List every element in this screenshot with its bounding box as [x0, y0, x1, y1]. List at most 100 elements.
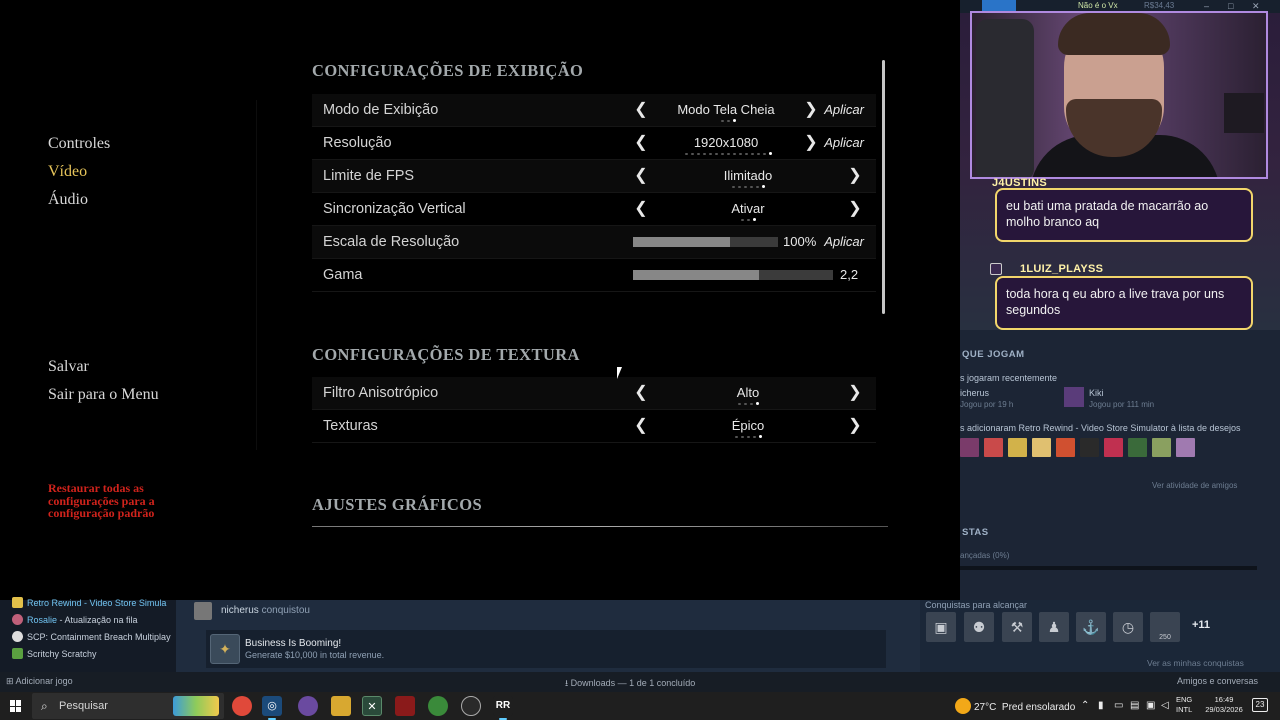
discord-icon[interactable]	[298, 696, 318, 716]
steam-username[interactable]: Não é o Vx	[1078, 1, 1118, 10]
friends-activity-link[interactable]: Ver atividade de amigos	[1152, 481, 1237, 490]
menu-item-video[interactable]: Vídeo	[48, 161, 110, 189]
avatar[interactable]	[1056, 438, 1075, 457]
setting-row-display-mode[interactable]: Modo de Exibição ❮ Modo Tela Cheia ❯ Apl…	[312, 94, 876, 127]
avatar[interactable]	[1152, 438, 1171, 457]
chevron-right-icon[interactable]: ❯	[804, 134, 818, 152]
friend-avatar[interactable]	[1064, 387, 1084, 407]
setting-row-resolution-scale[interactable]: Escala de Resolução 100% Aplicar	[312, 226, 876, 259]
weather-widget[interactable]: 27°C Pred ensolarado	[955, 698, 1075, 714]
achievements-progress-text: ançadas (0%)	[960, 551, 1010, 560]
exit-to-menu-button[interactable]: Sair para o Menu	[48, 384, 159, 412]
volume-icon[interactable]: ◁	[1161, 700, 1169, 711]
achievement-badge-icon[interactable]: ♟	[1039, 612, 1069, 642]
library-item[interactable]: Retro Rewind - Video Store Simula	[12, 597, 166, 613]
language-indicator[interactable]: ENG INTL	[1176, 695, 1192, 715]
retro-rewind-icon[interactable]: RR	[493, 696, 513, 720]
library-item[interactable]: Scritchy Scratchy	[12, 648, 97, 664]
avatar[interactable]	[1008, 438, 1027, 457]
chevron-left-icon[interactable]: ❮	[634, 200, 648, 218]
gamma-slider[interactable]	[633, 270, 833, 280]
setting-label: Texturas	[323, 418, 378, 434]
downloads-status[interactable]: ⭳ Downloads — 1 de 1 concluído	[565, 676, 695, 692]
option-dots	[648, 218, 848, 221]
setting-row-resolution[interactable]: Resolução ❮ 1920x1080 ❯ Aplicar	[312, 127, 876, 160]
game-icon	[12, 597, 23, 608]
microphone-icon[interactable]: ▮	[1098, 700, 1104, 711]
chevron-right-icon[interactable]: ❯	[804, 101, 818, 119]
achievement-badge-icon[interactable]: ⚒	[1002, 612, 1032, 642]
search-icon: ⌕	[41, 699, 48, 713]
setting-label: Sincronização Vertical	[323, 201, 466, 217]
achievement-badge-icon[interactable]: ⚉	[964, 612, 994, 642]
chevron-right-icon[interactable]: ❯	[848, 384, 862, 402]
steam-status-bar: ⊞ Adicionar jogo ⭳ Downloads — 1 de 1 co…	[0, 672, 1280, 692]
apply-button[interactable]: Aplicar	[824, 135, 864, 150]
avatar[interactable]	[1128, 438, 1147, 457]
friend-status: Jogou por 19 h	[960, 400, 1014, 409]
avatar[interactable]	[1176, 438, 1195, 457]
apply-button[interactable]: Aplicar	[824, 234, 864, 249]
friend-name[interactable]: Kiki	[1089, 388, 1104, 398]
chrome-icon[interactable]	[232, 696, 252, 716]
chevron-up-icon[interactable]: ⌃	[1081, 700, 1089, 711]
search-highlight-image	[173, 696, 219, 716]
steam-icon[interactable]: ◎	[262, 696, 282, 720]
avatar[interactable]	[194, 602, 212, 620]
achievement-card[interactable]: ✦ Business Is Booming! Generate $10,000 …	[206, 630, 886, 668]
add-game-button[interactable]: ⊞ Adicionar jogo	[6, 676, 73, 687]
achievement-badge-icon[interactable]: ▣	[926, 612, 956, 642]
avatar[interactable]	[984, 438, 1003, 457]
notifications-icon[interactable]: 23	[1252, 698, 1268, 712]
windows-start-icon[interactable]	[10, 700, 22, 712]
menu-item-controls[interactable]: Controles	[48, 133, 110, 161]
avatar[interactable]	[1104, 438, 1123, 457]
avatar[interactable]	[1032, 438, 1051, 457]
minimize-icon[interactable]: –	[1204, 1, 1209, 11]
clock[interactable]: 16:49 29/03/2026	[1201, 695, 1247, 715]
obs-icon[interactable]	[461, 696, 481, 716]
apply-button[interactable]: Aplicar	[824, 102, 864, 117]
search-box[interactable]: ⌕ Pesquisar	[32, 693, 224, 719]
chevron-left-icon[interactable]: ❮	[634, 384, 648, 402]
more-achievements-count[interactable]: +11	[1192, 619, 1210, 631]
setting-row-gamma[interactable]: Gama 2,2	[312, 259, 876, 292]
battery-icon[interactable]: ▤	[1130, 700, 1139, 711]
achievement-badge-250[interactable]: 250	[1150, 612, 1180, 642]
library-item[interactable]: Rosalie - Atualização na fila	[12, 614, 138, 630]
avatar[interactable]	[960, 438, 979, 457]
library-item[interactable]: SCP: Containment Breach Multiplay	[12, 631, 171, 647]
see-achievements-link[interactable]: Ver as minhas conquistas	[1147, 658, 1244, 668]
xbox-icon[interactable]: ✕	[362, 696, 382, 716]
save-button[interactable]: Salvar	[48, 356, 159, 384]
restore-defaults-button[interactable]: Restaurar todas as configurações para a …	[48, 482, 188, 520]
chevron-left-icon[interactable]: ❮	[634, 417, 648, 435]
resolution-scale-slider[interactable]	[633, 237, 778, 247]
chevron-left-icon[interactable]: ❮	[634, 134, 648, 152]
achievement-badge-icon[interactable]: ◷	[1113, 612, 1143, 642]
chevron-right-icon[interactable]: ❯	[848, 167, 862, 185]
settings-scrollbar[interactable]	[882, 60, 885, 314]
chevron-right-icon[interactable]: ❯	[848, 200, 862, 218]
game-app-icon[interactable]	[395, 696, 415, 716]
setting-row-vsync[interactable]: Sincronização Vertical ❮ Ativar ❯	[312, 193, 876, 226]
folder-icon[interactable]	[331, 696, 351, 716]
chevron-right-icon[interactable]: ❯	[848, 417, 862, 435]
setting-row-anisotropic-filter[interactable]: Filtro Anisotrópico ❮ Alto ❯	[312, 377, 876, 410]
steam-library-strip: Retro Rewind - Video Store Simula Rosali…	[0, 597, 1280, 672]
achievements-progress-bar	[960, 566, 1257, 570]
setting-row-textures[interactable]: Texturas ❮ Épico ❯	[312, 410, 876, 443]
friend-name[interactable]: icherus	[960, 388, 989, 398]
usb-icon[interactable]: ▭	[1114, 700, 1123, 711]
friends-chat-button[interactable]: Amigos e conversas	[1177, 676, 1258, 686]
network-icon[interactable]: ▣	[1146, 700, 1155, 711]
chrome-profile-icon[interactable]	[428, 696, 448, 716]
avatar[interactable]	[1080, 438, 1099, 457]
achievement-badge-icon[interactable]: ⚓	[1076, 612, 1106, 642]
slider-value: 100%	[783, 234, 817, 249]
chevron-left-icon[interactable]: ❮	[634, 101, 648, 119]
chevron-left-icon[interactable]: ❮	[634, 167, 648, 185]
maximize-icon[interactable]: □	[1228, 1, 1233, 11]
setting-row-fps-limit[interactable]: Limite de FPS ❮ Ilimitado ❯	[312, 160, 876, 193]
menu-item-audio[interactable]: Áudio	[48, 189, 110, 217]
